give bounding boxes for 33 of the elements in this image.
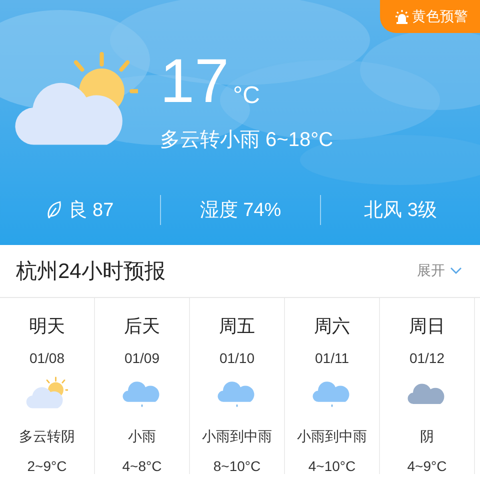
- temperature: 17: [160, 50, 229, 114]
- weather-label: 阴: [420, 428, 434, 446]
- chevron-icon: [450, 267, 462, 275]
- weather-label: 小雨: [128, 428, 156, 446]
- weather-label: 小雨到中雨: [297, 428, 367, 446]
- temperature-unit: °C: [232, 82, 260, 110]
- date-label: 01/11: [315, 350, 349, 366]
- expand-link[interactable]: 展开: [417, 262, 462, 280]
- weather-label: 多云转阴: [19, 428, 75, 446]
- weather-summary: 多云转小雨 6~18°C: [160, 128, 334, 153]
- day-label: 周五: [219, 315, 255, 338]
- temperature-range: 8~10°C: [213, 458, 261, 474]
- temperature-range: 4~10°C: [308, 458, 356, 474]
- stat-value: 良 87: [68, 199, 114, 223]
- temperature-range: 4~9°C: [407, 458, 447, 474]
- stat-value: 北风 3级: [364, 199, 437, 223]
- day-label: 后天: [124, 315, 160, 338]
- date-label: 01/09: [124, 350, 160, 366]
- date-label: 01/10: [219, 350, 255, 366]
- day-label: 周日: [409, 315, 445, 338]
- temperature-range: 2~9°C: [27, 458, 67, 474]
- siren-icon: [394, 8, 410, 24]
- stat-value: 湿度 74%: [200, 199, 282, 223]
- warning-badge[interactable]: 黄色预警: [380, 0, 480, 33]
- day-label: 周六: [314, 315, 350, 338]
- day-label: 明天: [29, 315, 65, 338]
- date-label: 01/08: [29, 350, 65, 366]
- leaf-icon: [46, 200, 62, 220]
- temperature-range: 4~8°C: [122, 458, 162, 474]
- weather-label: 小雨到中雨: [202, 428, 272, 446]
- date-label: 01/12: [409, 350, 445, 366]
- sun-cloud-icon: [26, 376, 68, 411]
- forecast-title: 杭州24小时预报: [16, 259, 166, 285]
